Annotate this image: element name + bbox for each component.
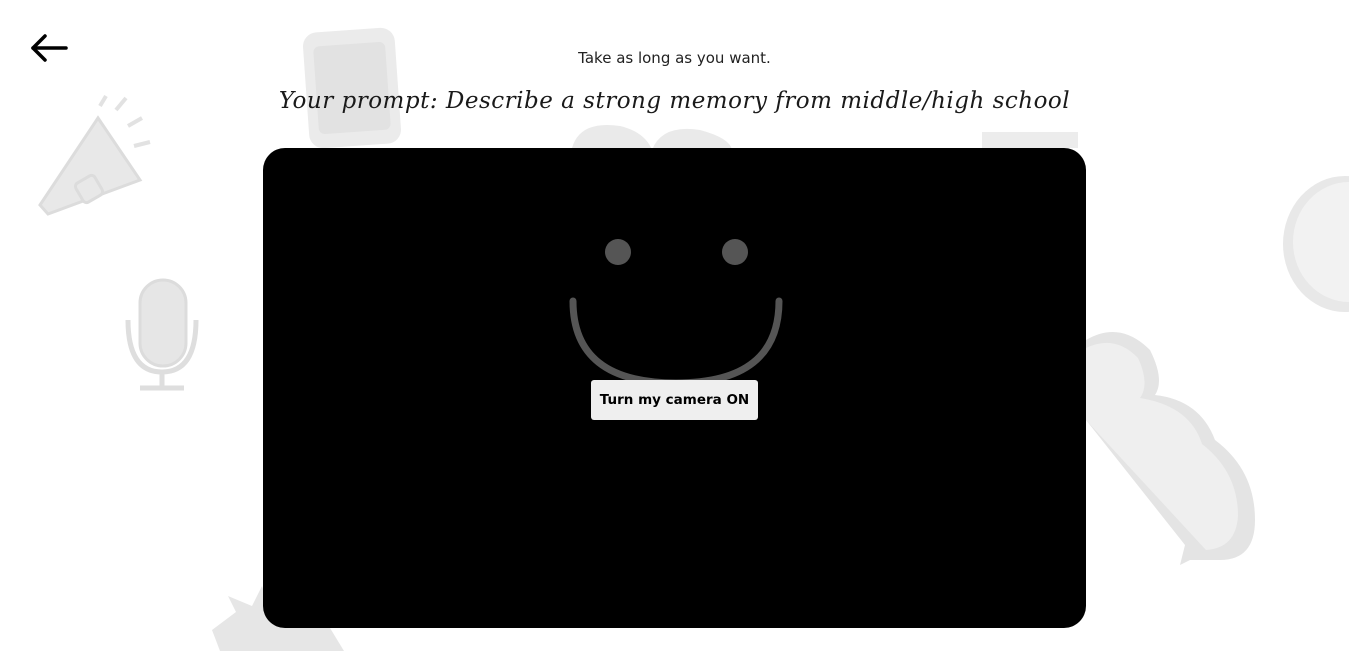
speech-bubble-doodle bbox=[1283, 176, 1349, 312]
microphone-doodle bbox=[125, 278, 199, 391]
smiley-face-icon bbox=[569, 239, 783, 387]
prompt-title: Your prompt: Describe a strong memory fr… bbox=[278, 88, 1071, 114]
cloud-doodle bbox=[1086, 332, 1255, 565]
heart-doodle bbox=[572, 124, 732, 150]
camera-preview-panel: Turn my camera ON bbox=[263, 148, 1086, 628]
sign-doodle bbox=[982, 132, 1078, 148]
turn-camera-on-button[interactable]: Turn my camera ON bbox=[591, 380, 758, 420]
page-subtitle: Take as long as you want. bbox=[578, 49, 771, 67]
page: Take as long as you want. Your prompt: D… bbox=[0, 0, 1349, 651]
